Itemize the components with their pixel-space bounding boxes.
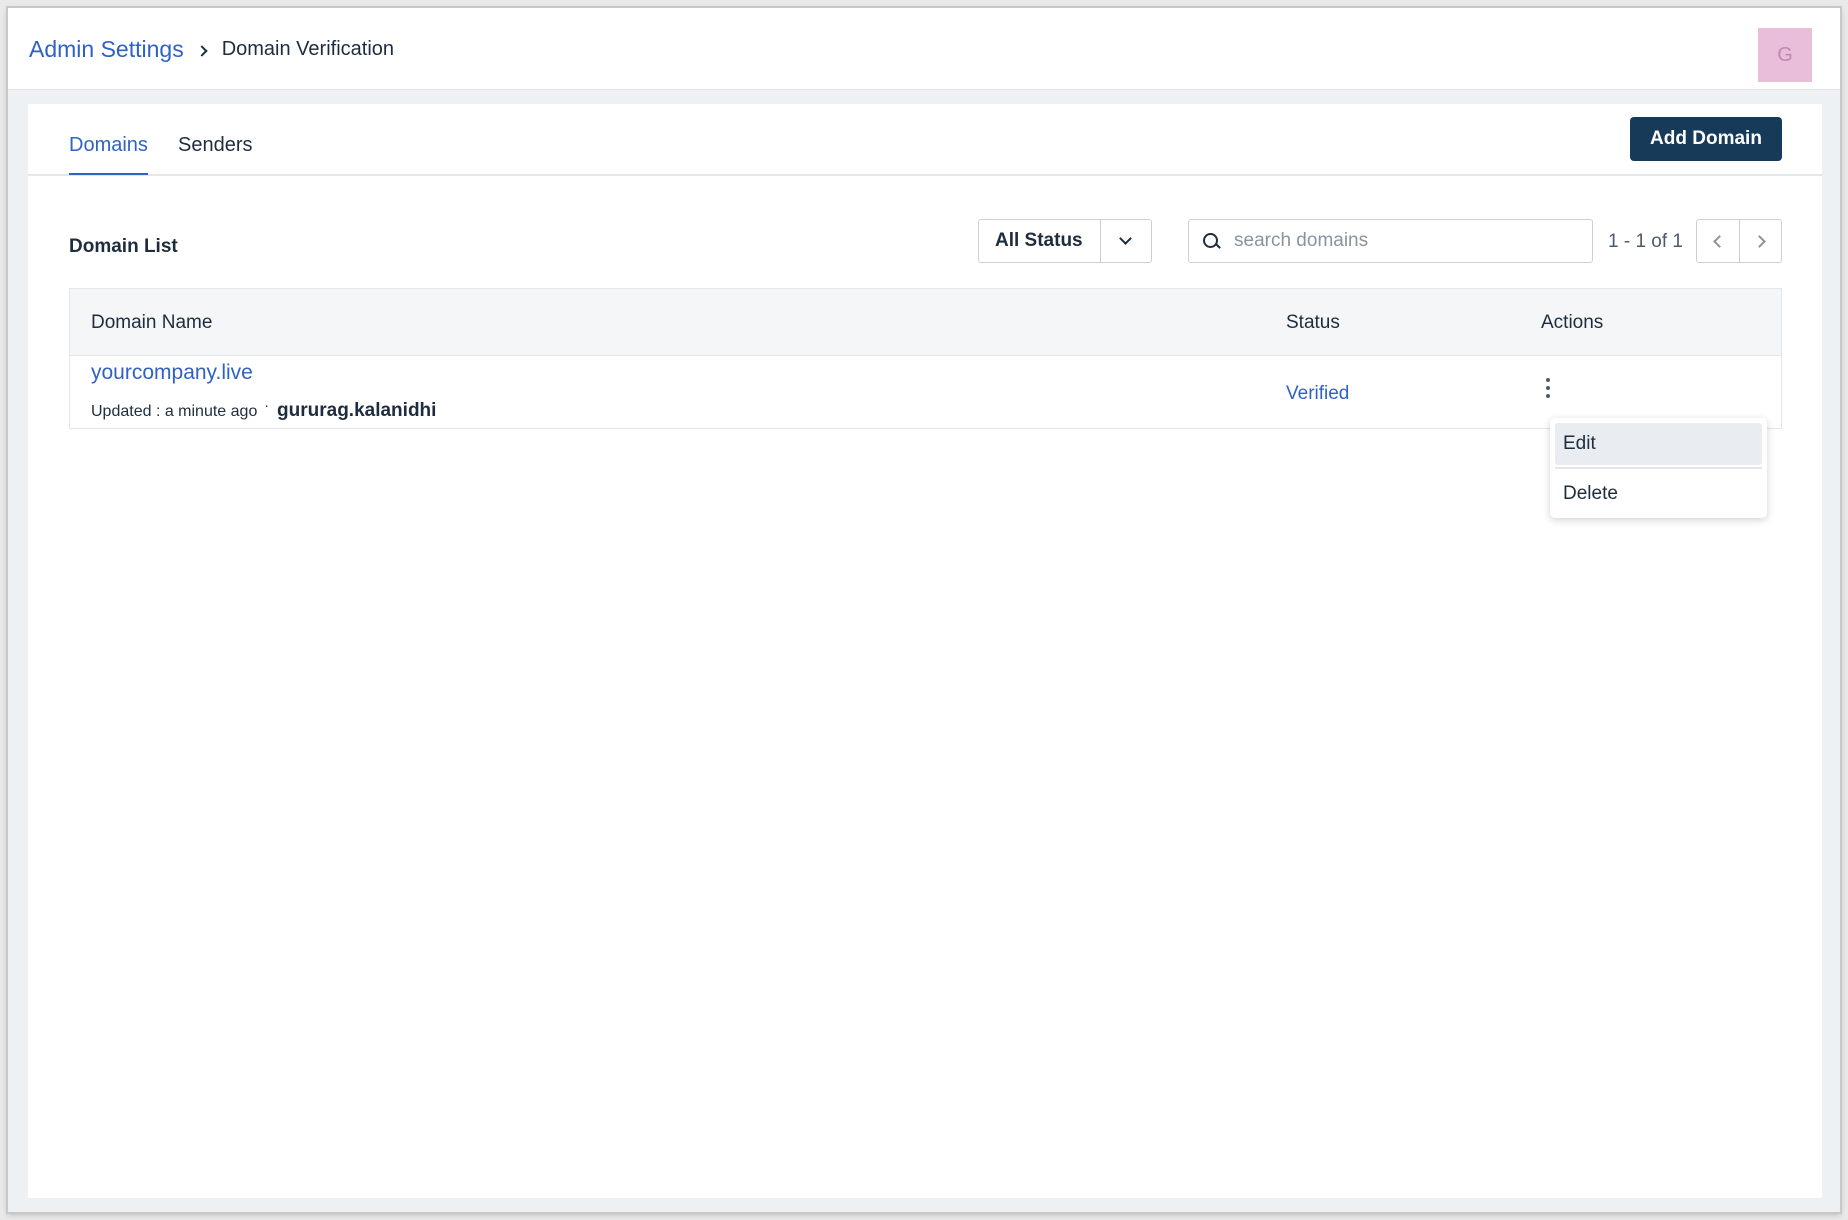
chevron-right-icon[interactable] [1738, 220, 1782, 262]
kebab-dot [1546, 386, 1550, 390]
tab-senders[interactable]: Senders [178, 134, 253, 173]
search-icon [1202, 232, 1220, 250]
menu-item-edit[interactable]: Edit [1555, 423, 1762, 465]
search-box [1188, 219, 1593, 263]
kebab-dot [1546, 378, 1550, 382]
chevron-left-icon[interactable] [1697, 220, 1739, 262]
column-header-status: Status [1286, 312, 1340, 333]
breadcrumb-current: Domain Verification [221, 38, 395, 60]
actions-menu: Edit Delete [1550, 418, 1767, 518]
updated-time: Updated : a minute ago [91, 403, 258, 420]
status-filter-dropdown[interactable]: All Status [978, 219, 1152, 263]
kebab-dot [1546, 394, 1550, 398]
status-filter-value: All Status [995, 230, 1083, 251]
menu-divider [1555, 467, 1762, 469]
tab-bar: Domains Senders Add Domain [28, 104, 1822, 176]
column-header-actions: Actions [1541, 312, 1604, 333]
domain-list-title: Domain List [69, 236, 178, 257]
tab-domains[interactable]: Domains [69, 134, 148, 175]
chevron-right-icon [198, 40, 208, 60]
add-domain-button[interactable]: Add Domain [1630, 117, 1782, 161]
status-badge: Verified [1286, 383, 1350, 404]
breadcrumb: Admin Settings Domain Verification [29, 36, 394, 63]
table-header: Domain Name Status Actions [70, 289, 1781, 356]
top-bar: Admin Settings Domain Verification G [8, 8, 1840, 90]
domain-table: Domain Name Status Actions yourcompany.l… [69, 288, 1782, 429]
search-input[interactable] [1234, 230, 1592, 252]
row-meta: Updated : a minute ago · gururag.kalanid… [91, 397, 437, 422]
meta-separator: · [264, 397, 270, 413]
breadcrumb-admin-settings-link[interactable]: Admin Settings [29, 36, 184, 63]
domain-name-link[interactable]: yourcompany.live [91, 361, 253, 385]
column-header-domain-name: Domain Name [91, 312, 213, 333]
pagination-text: 1 - 1 of 1 [1608, 231, 1683, 252]
app-window: Admin Settings Domain Verification G Dom… [8, 8, 1840, 1212]
chevron-down-icon[interactable] [1100, 220, 1151, 262]
updated-by-user: gururag.kalanidhi [277, 400, 437, 421]
main-panel: Domains Senders Add Domain Domain List A… [28, 104, 1822, 1198]
table-row: yourcompany.live Updated : a minute ago … [70, 356, 1781, 428]
avatar[interactable]: G [1758, 28, 1812, 82]
kebab-menu-icon[interactable] [1541, 376, 1555, 400]
pagination-controls [1696, 219, 1782, 263]
menu-item-delete[interactable]: Delete [1555, 473, 1762, 515]
